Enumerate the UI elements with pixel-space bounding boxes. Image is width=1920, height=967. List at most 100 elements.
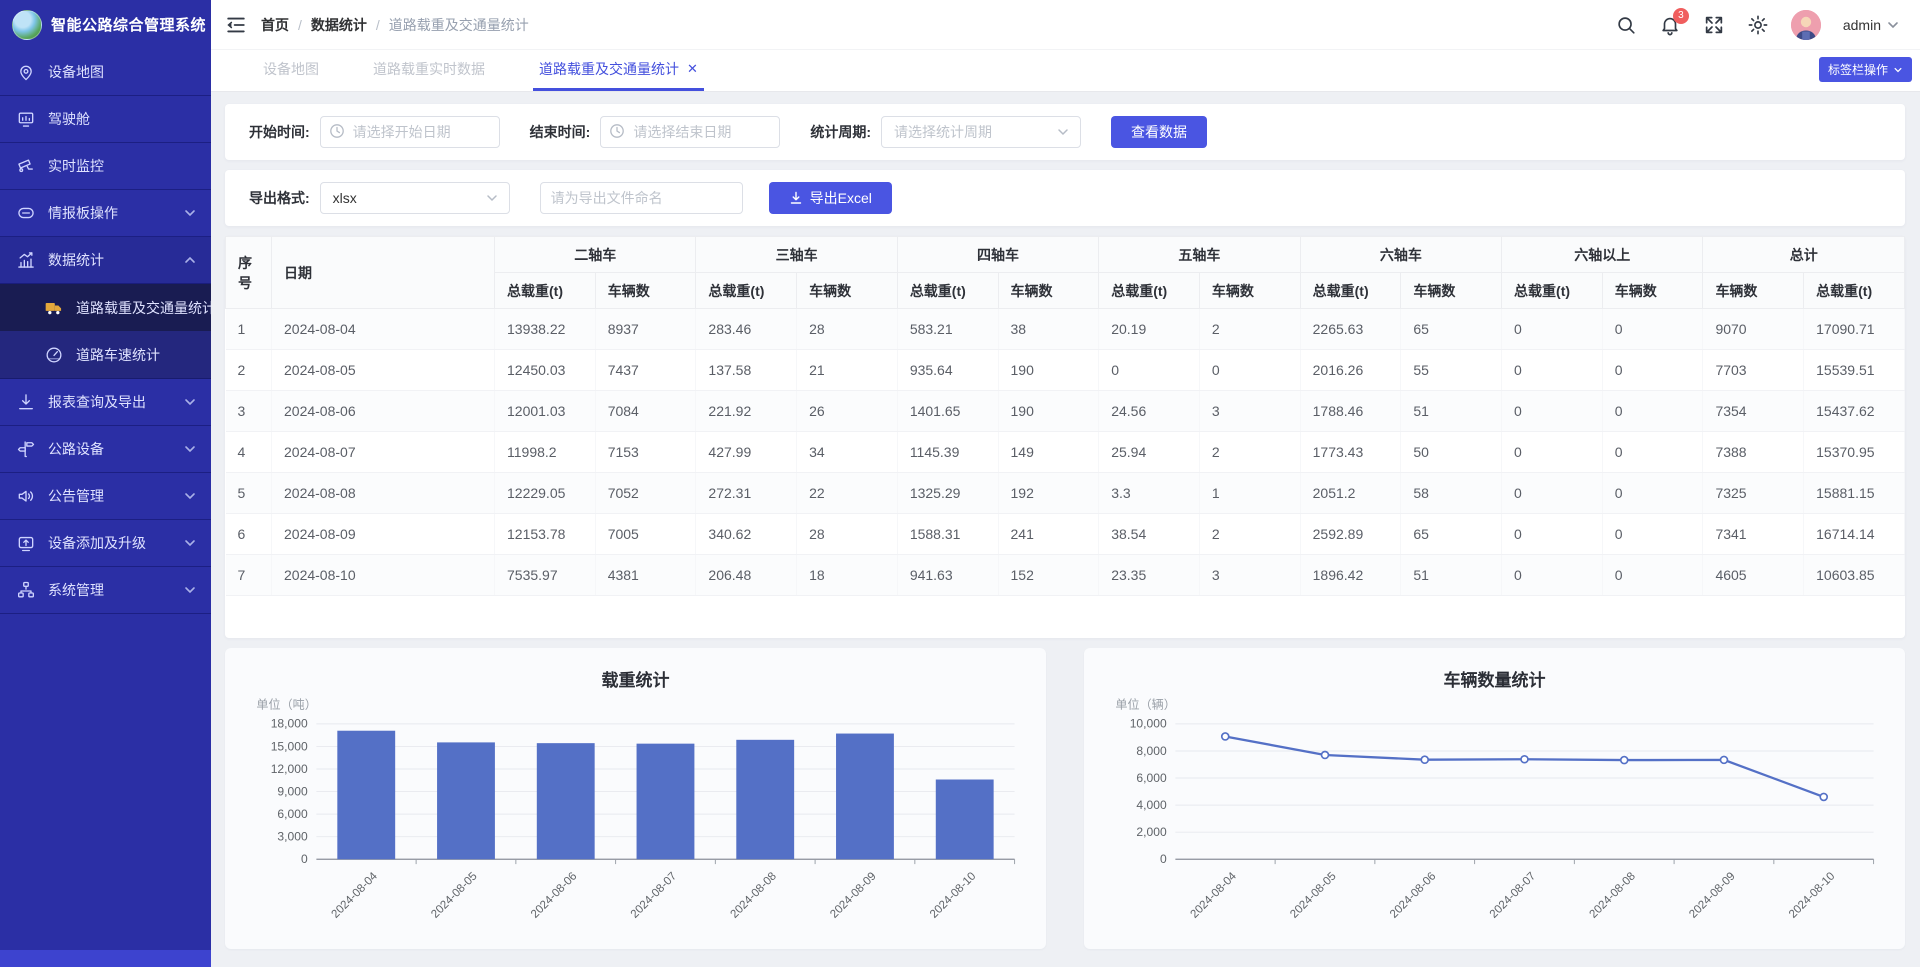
query-data-button[interactable]: 查看数据 xyxy=(1111,116,1207,148)
tagbar-actions-button[interactable]: 标签栏操作 xyxy=(1819,57,1912,82)
app-logo: 智能公路综合管理系统 xyxy=(0,0,211,49)
start-date-input[interactable] xyxy=(320,116,500,148)
sidebar-item-label: 驾驶舱 xyxy=(48,109,197,129)
map-pin-icon xyxy=(16,62,36,82)
table-row[interactable]: 12024-08-0413938.228937283.4628583.21382… xyxy=(226,309,1905,350)
sidebar-subitem-label: 道路载重及交通量统计 xyxy=(76,298,211,318)
sidebar-item[interactable]: 情报板操作 xyxy=(0,190,211,237)
table-cell: 15539.51 xyxy=(1804,350,1905,391)
table-cell: 340.62 xyxy=(696,514,797,555)
sidebar-toggle-icon[interactable] xyxy=(225,14,247,36)
svg-text:单位（辆）: 单位（辆） xyxy=(1115,696,1175,711)
chevron-down-icon xyxy=(183,442,197,456)
content: 开始时间: 结束时间: xyxy=(211,92,1920,967)
chevron-down-icon xyxy=(183,536,197,550)
table-cell: 241 xyxy=(998,514,1099,555)
search-icon[interactable] xyxy=(1615,14,1637,36)
table-cell: 20.19 xyxy=(1099,309,1200,350)
data-point xyxy=(1621,757,1628,764)
table-cell: 58 xyxy=(1401,473,1502,514)
sidebar-item-label: 实时监控 xyxy=(48,156,197,176)
table-cell: 2 xyxy=(1199,432,1300,473)
sidebar-item[interactable]: 公告管理 xyxy=(0,473,211,520)
table-cell: 0 xyxy=(1602,350,1703,391)
table-cell: 7354 xyxy=(1703,391,1804,432)
avatar[interactable] xyxy=(1791,10,1821,40)
sidebar-subitem[interactable]: 道路车速统计 xyxy=(0,331,211,378)
table-row[interactable]: 52024-08-0812229.057052272.31221325.2919… xyxy=(226,473,1905,514)
table-cell: 51 xyxy=(1401,391,1502,432)
gear-icon[interactable] xyxy=(1747,14,1769,36)
sidebar-item[interactable]: 设备添加及升级 xyxy=(0,520,211,567)
col-sub-header: 总载重(t) xyxy=(897,273,998,309)
tab-设备地图[interactable]: 设备地图 xyxy=(257,50,325,91)
table-cell: 12450.03 xyxy=(495,350,596,391)
period-field: 统计周期: 请选择统计周期 xyxy=(810,116,1081,148)
table-row[interactable]: 72024-08-107535.974381206.4818941.631522… xyxy=(226,555,1905,596)
table-cell: 7153 xyxy=(595,432,696,473)
table-cell: 7388 xyxy=(1703,432,1804,473)
table-cell: 0 xyxy=(1502,555,1603,596)
table-cell: 0 xyxy=(1502,473,1603,514)
table-cell: 1788.46 xyxy=(1300,391,1401,432)
end-date-input[interactable] xyxy=(600,116,780,148)
svg-text:2,000: 2,000 xyxy=(1136,825,1167,839)
col-header-date: 日期 xyxy=(272,237,495,309)
table-cell: 25.94 xyxy=(1099,432,1200,473)
sidebar-item[interactable]: 报表查询及导出 xyxy=(0,379,211,426)
sidebar-item[interactable]: 驾驶舱 xyxy=(0,96,211,143)
col-sub-header: 总载重(t) xyxy=(1300,273,1401,309)
tab-道路载重及交通量统计[interactable]: 道路载重及交通量统计 ✕ xyxy=(533,50,704,91)
table-row[interactable]: 42024-08-0711998.27153427.99341145.39149… xyxy=(226,432,1905,473)
sidebar-item[interactable]: 系统管理 xyxy=(0,567,211,614)
export-excel-button[interactable]: 导出Excel xyxy=(769,182,892,214)
table-cell: 28 xyxy=(797,514,898,555)
table-cell: 7341 xyxy=(1703,514,1804,555)
sidebar-collapse-strip[interactable] xyxy=(0,950,211,967)
export-format-field: 导出格式: xlsx xyxy=(249,182,510,214)
app-root: 智能公路综合管理系统 设备地图驾驶舱实时监控情报板操作数据统计道路载重及交通量统… xyxy=(0,0,1920,967)
data-point xyxy=(1820,793,1827,800)
tab-道路载重实时数据[interactable]: 道路载重实时数据 xyxy=(367,50,491,91)
bar xyxy=(736,740,794,859)
breadcrumb-item[interactable]: 首页 xyxy=(261,15,289,35)
svg-text:2024-08-06: 2024-08-06 xyxy=(528,870,579,921)
sidebar-item[interactable]: 公路设备 xyxy=(0,426,211,473)
tab-label: 道路载重及交通量统计 xyxy=(539,59,679,79)
download-icon xyxy=(789,191,803,205)
svg-text:2024-08-09: 2024-08-09 xyxy=(828,870,879,921)
table-cell: 18 xyxy=(797,555,898,596)
sidebar-item[interactable]: 实时监控 xyxy=(0,143,211,190)
tab-list: 设备地图 道路载重实时数据 道路载重及交通量统计 ✕ xyxy=(257,50,746,91)
sidebar-subitem[interactable]: 道路载重及交通量统计 xyxy=(0,284,211,331)
org-icon xyxy=(16,580,36,600)
table-row[interactable]: 22024-08-0512450.037437137.5821935.64190… xyxy=(226,350,1905,391)
table-cell: 2024-08-05 xyxy=(272,350,495,391)
sidebar-item-label: 设备添加及升级 xyxy=(48,533,171,553)
close-icon[interactable]: ✕ xyxy=(687,61,698,77)
table-cell: 283.46 xyxy=(696,309,797,350)
period-select[interactable]: 请选择统计周期 xyxy=(881,116,1081,148)
table-row[interactable]: 62024-08-0912153.787005340.62281588.3124… xyxy=(226,514,1905,555)
table-row[interactable]: 32024-08-0612001.037084221.92261401.6519… xyxy=(226,391,1905,432)
export-filename-input[interactable] xyxy=(540,182,743,214)
breadcrumb-item[interactable]: 数据统计 xyxy=(311,15,367,35)
chevron-down-icon xyxy=(183,583,197,597)
col-group-header: 总计 xyxy=(1703,237,1905,273)
sidebar-menu: 设备地图驾驶舱实时监控情报板操作数据统计道路载重及交通量统计道路车速统计报表查询… xyxy=(0,49,211,950)
sidebar-item[interactable]: 设备地图 xyxy=(0,49,211,96)
col-sub-header: 车辆数 xyxy=(1602,273,1703,309)
table-cell: 1325.29 xyxy=(897,473,998,514)
table-cell: 2024-08-07 xyxy=(272,432,495,473)
bar xyxy=(437,742,495,859)
filter-panel: 开始时间: 结束时间: xyxy=(225,104,1905,160)
bar xyxy=(537,743,595,859)
table-cell: 137.58 xyxy=(696,350,797,391)
bar xyxy=(337,731,395,860)
bell-icon[interactable]: 3 xyxy=(1659,14,1681,36)
user-menu[interactable]: admin xyxy=(1843,17,1900,33)
export-format-select[interactable]: xlsx xyxy=(320,182,510,214)
fullscreen-icon[interactable] xyxy=(1703,14,1725,36)
end-time-label: 结束时间: xyxy=(530,122,591,142)
sidebar-item[interactable]: 数据统计 xyxy=(0,237,211,284)
